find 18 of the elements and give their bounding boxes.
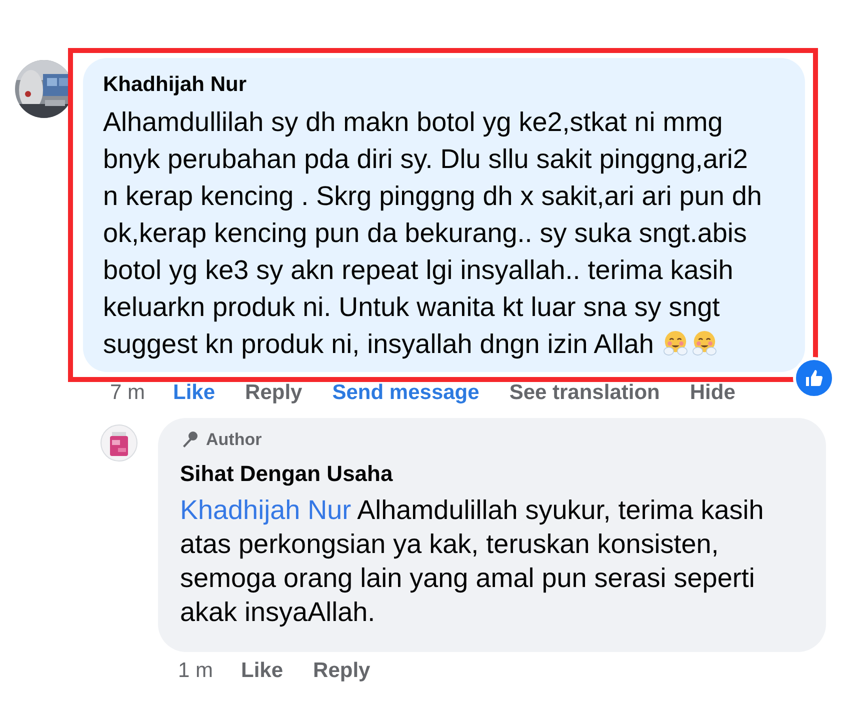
mention-link[interactable]: Khadhijah Nur	[180, 495, 352, 525]
action-link[interactable]: Send message	[332, 380, 480, 405]
like-link[interactable]: Like	[241, 658, 284, 683]
action-link[interactable]: See translation	[509, 380, 660, 405]
action-link[interactable]: Hide	[690, 380, 736, 405]
microphone-icon	[180, 430, 200, 450]
hugging-emoji-icon	[690, 330, 718, 357]
like-link[interactable]: Like	[173, 380, 216, 405]
action-link[interactable]: Reply	[313, 658, 370, 683]
commenter-name[interactable]: Khadhijah Nur	[103, 72, 775, 98]
hugging-emoji-icon	[662, 330, 689, 357]
timestamp: 1 m	[178, 658, 214, 683]
comment-text: Alhamdullilah sy dh makn botol yg ke2,stkat ni mmg bnyk perubahan pda diri sy. Dlu sllu sakit pinggng,ari2 n kerap kencing . Skrg pinggng dh x sakit,ari ari pun dh ok,kerap kencing pun da bekurang.. sy suka sngt.abis botol yg ke3 sy akn repeat lgi insyallah.. terima kasih keluarkn produk ni. Untuk wanita kt luar sna sy sngt suggest kn produk ni, insyallah dngn izin Allah	[103, 106, 763, 361]
page-name[interactable]: Sihat Dengan Usaha	[180, 460, 806, 488]
reply-text: Khadhijah Nur Alhamdulillah syukur, terima kasih atas perkongsian ya kak, teruskan konsisten, semoga orang lain yang amal pun serasi seperti akak insyaAllah.	[180, 494, 765, 629]
timestamp: 7 m	[110, 380, 146, 405]
action-link[interactable]: Reply	[245, 380, 302, 405]
author-label: Author	[206, 430, 262, 450]
